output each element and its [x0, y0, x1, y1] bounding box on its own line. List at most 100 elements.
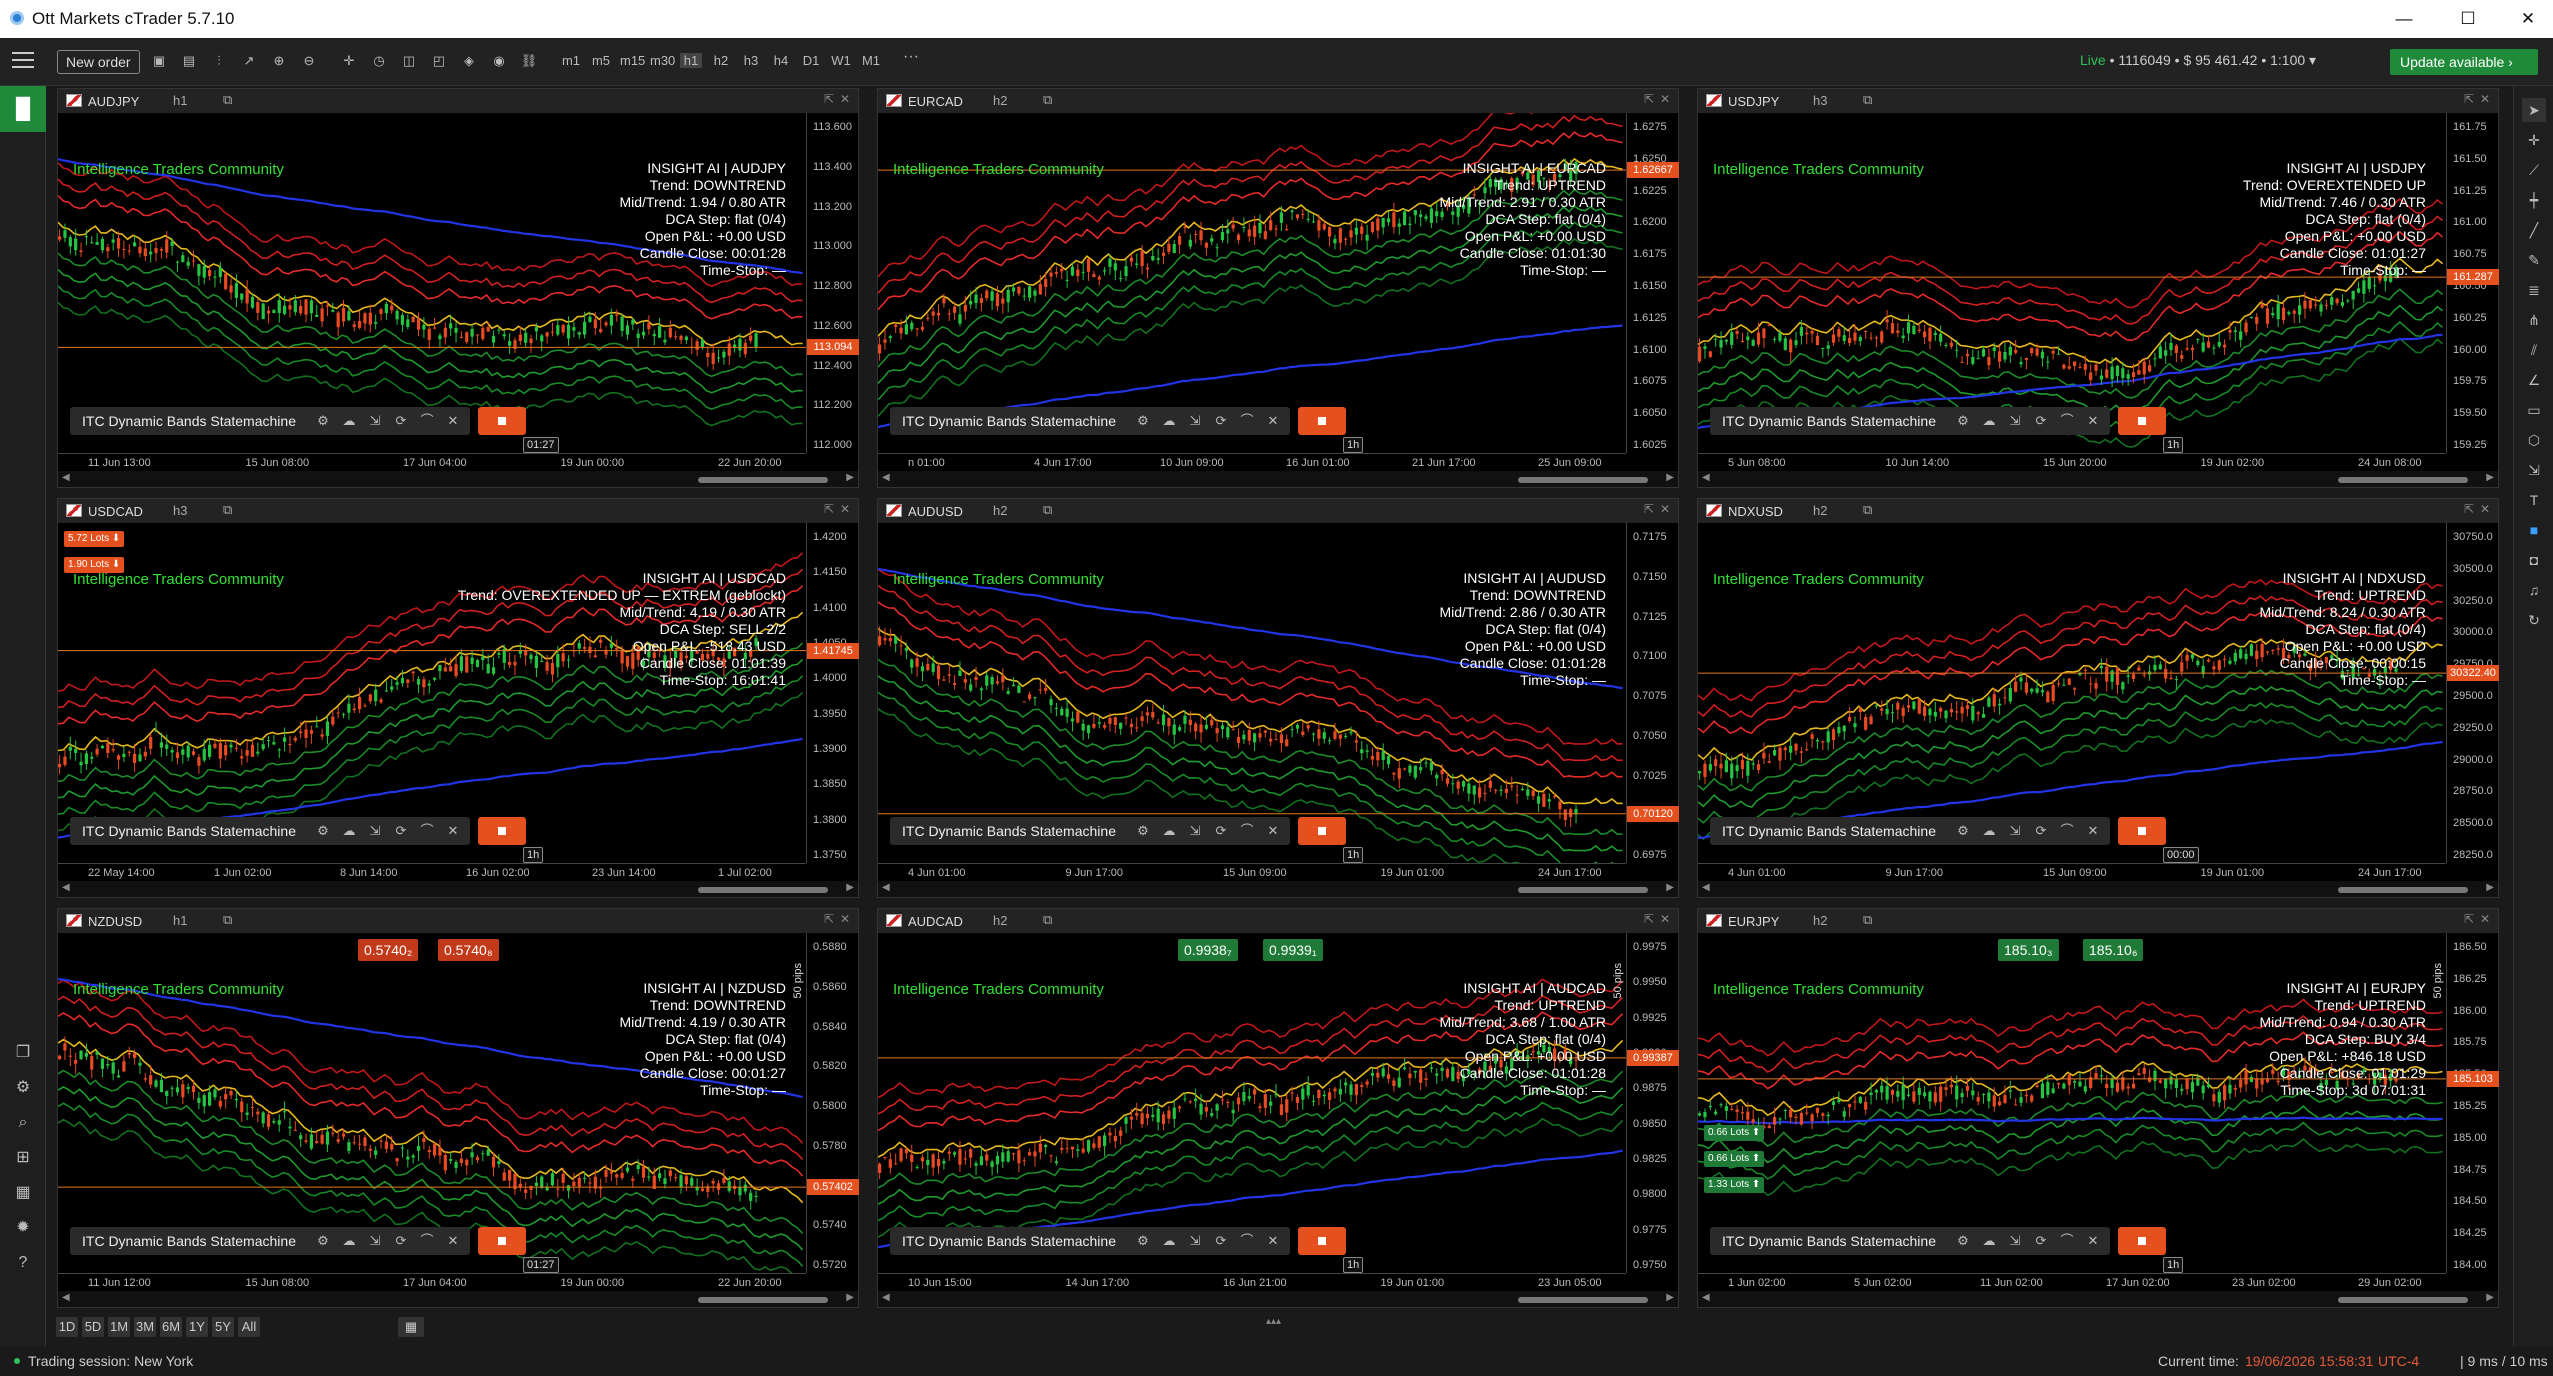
time-axis[interactable]: 4 Jun 01:00 9 Jun 17:00 15 Jun 09:00 19 Jun… — [878, 863, 1626, 881]
sell-quote-button[interactable]: 0.5740₂ — [358, 939, 419, 961]
chart-panel-usdcad[interactable]: USDCAD h3 ⧉ ⇱ ✕ Intelligence Traders Communit… — [57, 498, 859, 898]
price-axis[interactable]: 1.6275 1.6250 1.6225 1.6200 1.6175 1.6150 1.61… — [1626, 113, 1679, 453]
position-lots-badge[interactable]: 1.90 Lots ⬇ — [64, 557, 125, 573]
sell-quote-button[interactable]: 0.9938₇ — [1178, 939, 1238, 961]
refresh-icon[interactable]: ⟳ — [390, 407, 412, 435]
period-all[interactable]: All — [238, 1317, 260, 1337]
clock-icon[interactable]: ◷ — [368, 53, 390, 69]
stop-indicator-button[interactable] — [478, 817, 526, 845]
zoom-in-icon[interactable]: ⊕ — [268, 53, 290, 69]
fill-color-icon[interactable]: ■ — [2522, 518, 2546, 542]
time-axis[interactable]: 4 Jun 01:00 9 Jun 17:00 15 Jun 09:00 19 Jun… — [1698, 863, 2446, 881]
layers-icon[interactable]: ◈ — [458, 53, 480, 69]
price-axis[interactable]: 0.99750.99500.99250.99000.98750.98500.98… — [1626, 933, 1679, 1273]
chart-scrollbar[interactable]: ◀ ▶ — [878, 471, 1678, 487]
link-chart-icon[interactable]: ⧉ — [223, 912, 232, 928]
chart-plot-area[interactable]: Intelligence Traders Community INSIGHT AI… — [58, 933, 806, 1273]
symbol-selector[interactable]: USDCAD — [88, 504, 143, 519]
brush-icon[interactable]: ✎ — [2522, 248, 2546, 272]
time-axis[interactable]: 11 Jun 12:00 15 Jun 08:00 17 Jun 04:00 19 J… — [58, 1273, 806, 1291]
help-icon[interactable]: ? — [11, 1251, 35, 1275]
pointer-icon[interactable]: ➤ — [2522, 98, 2546, 122]
close-chart-icon[interactable]: ✕ — [840, 92, 850, 106]
chart-type-icon[interactable]: ⫶ — [208, 53, 230, 69]
store-icon[interactable]: ⊞ — [11, 1146, 35, 1170]
cloud-icon[interactable]: ☁ — [1158, 407, 1180, 435]
scroll-right-icon[interactable]: ▶ — [2486, 882, 2494, 893]
detach-icon[interactable]: ⇱ — [1644, 92, 1654, 106]
scroll-right-icon[interactable]: ▶ — [1666, 882, 1674, 893]
timeframe-selector[interactable]: h2 — [1813, 503, 1827, 518]
indicator-bar[interactable]: ITC Dynamic Bands Statemachine ⚙ ☁ ⇲ ⟳ ⌒ ✕ — [890, 407, 1290, 435]
replay-icon[interactable]: ↻ — [2522, 608, 2546, 632]
stop-indicator-button[interactable] — [1298, 407, 1346, 435]
account-info[interactable]: Live • 1116049 • $ 95 461.42 • 1:100 ▾ — [2080, 52, 2316, 69]
symbol-selector[interactable]: USDJPY — [1728, 94, 1779, 109]
scroll-thumb[interactable] — [2338, 477, 2468, 483]
settings-icon[interactable]: ⚙ — [1952, 407, 1974, 435]
new-order-button[interactable]: New order — [57, 50, 140, 74]
timeframe-M1[interactable]: M1 — [860, 53, 882, 68]
chart-panel-nzdusd[interactable]: NZDUSD h1 ⧉ ⇱ ✕ Intelligence Traders Communit… — [57, 908, 859, 1308]
scroll-left-icon[interactable]: ◀ — [1702, 472, 1710, 483]
time-axis[interactable]: 5 Jun 08:00 10 Jun 14:00 15 Jun 20:00 19 Ju… — [1698, 453, 2446, 471]
link-chart-icon[interactable]: ⧉ — [1043, 502, 1052, 518]
timezone[interactable]: UTC-4 — [2378, 1353, 2419, 1369]
link-icon[interactable]: ⛓ — [518, 53, 540, 69]
more-timeframes-button[interactable]: ··· — [900, 48, 922, 66]
symbol-selector[interactable]: NDXUSD — [1728, 504, 1783, 519]
output-icon[interactable]: ⇲ — [2004, 407, 2026, 435]
scroll-left-icon[interactable]: ◀ — [62, 882, 70, 893]
scroll-left-icon[interactable]: ◀ — [882, 882, 890, 893]
output-icon[interactable]: ⇲ — [364, 1227, 386, 1255]
scroll-thumb[interactable] — [698, 887, 828, 893]
chart-scrollbar[interactable]: ◀ ▶ — [58, 881, 858, 897]
timeframe-selector[interactable]: h1 — [173, 913, 187, 928]
chart-panel-usdjpy[interactable]: USDJPY h3 ⧉ ⇱ ✕ Intelligence Traders Communit… — [1697, 88, 2499, 488]
scroll-thumb[interactable] — [1518, 887, 1648, 893]
period-1d[interactable]: 1D — [56, 1317, 78, 1337]
analyze-icon[interactable]: ⌕ — [11, 1111, 35, 1135]
period-1y[interactable]: 1Y — [186, 1317, 208, 1337]
chart-plot-area[interactable]: Intelligence Traders Community INSIGHT AI… — [1698, 523, 2446, 863]
scroll-thumb[interactable] — [698, 477, 828, 483]
news-icon[interactable]: ▦ — [11, 1181, 35, 1205]
link-chart-icon[interactable]: ⧉ — [1863, 912, 1872, 928]
price-axis[interactable]: 113.600 113.400 113.200 113.000 112.800 112.6… — [806, 113, 859, 453]
link-chart-icon[interactable]: ⧉ — [1863, 502, 1872, 518]
remove-icon[interactable]: ✕ — [1262, 817, 1284, 845]
timeframe-m1[interactable]: m1 — [560, 53, 582, 68]
timeframe-selector[interactable]: h2 — [993, 93, 1007, 108]
chart-scrollbar[interactable]: ◀ ▶ — [1698, 881, 2498, 897]
curve-icon[interactable]: ⌒ — [1236, 407, 1258, 435]
period-3m[interactable]: 3M — [134, 1317, 156, 1337]
buy-quote-button[interactable]: 0.9939₁ — [1263, 939, 1323, 961]
detach-icon[interactable]: ⇱ — [824, 92, 834, 106]
remove-icon[interactable]: ✕ — [442, 817, 464, 845]
camera-icon[interactable]: ◫ — [398, 53, 420, 69]
menu-icon[interactable] — [12, 52, 34, 68]
cloud-icon[interactable]: ☁ — [1978, 1227, 2000, 1255]
remove-icon[interactable]: ✕ — [2082, 1227, 2104, 1255]
scroll-thumb[interactable] — [2338, 887, 2468, 893]
scroll-right-icon[interactable]: ▶ — [2486, 1292, 2494, 1303]
timeframe-selector[interactable]: h2 — [993, 503, 1007, 518]
refresh-icon[interactable]: ⟳ — [1210, 407, 1232, 435]
symbol-selector[interactable]: AUDUSD — [908, 504, 963, 519]
curve-icon[interactable]: ⌒ — [1236, 1227, 1258, 1255]
cloud-icon[interactable]: ☁ — [1158, 817, 1180, 845]
chart-plot-area[interactable]: Intelligence Traders Community INSIGHT AI… — [1698, 113, 2446, 453]
stop-indicator-button[interactable] — [2118, 1227, 2166, 1255]
stop-indicator-button[interactable] — [1298, 1227, 1346, 1255]
alert-bell-icon[interactable]: ♫ — [2522, 578, 2546, 602]
indicator-bar[interactable]: ITC Dynamic Bands Statemachine ⚙ ☁ ⇲ ⟳ ⌒ ✕ — [1710, 407, 2110, 435]
stop-indicator-button[interactable] — [2118, 407, 2166, 435]
refresh-icon[interactable]: ⟳ — [2030, 817, 2052, 845]
detach-icon[interactable]: ⇱ — [2464, 912, 2474, 926]
eye-icon[interactable]: ◉ — [488, 53, 510, 69]
calendar-icon[interactable]: ▦ — [398, 1317, 424, 1337]
curve-icon[interactable]: ⌒ — [416, 817, 438, 845]
trade-workspace-icon[interactable]: ▐▌ — [0, 86, 46, 132]
price-axis[interactable]: 0.7175 0.7150 0.7125 0.7100 0.7075 0.7050 0.70… — [1626, 523, 1679, 863]
output-icon[interactable]: ⇲ — [2004, 1227, 2026, 1255]
